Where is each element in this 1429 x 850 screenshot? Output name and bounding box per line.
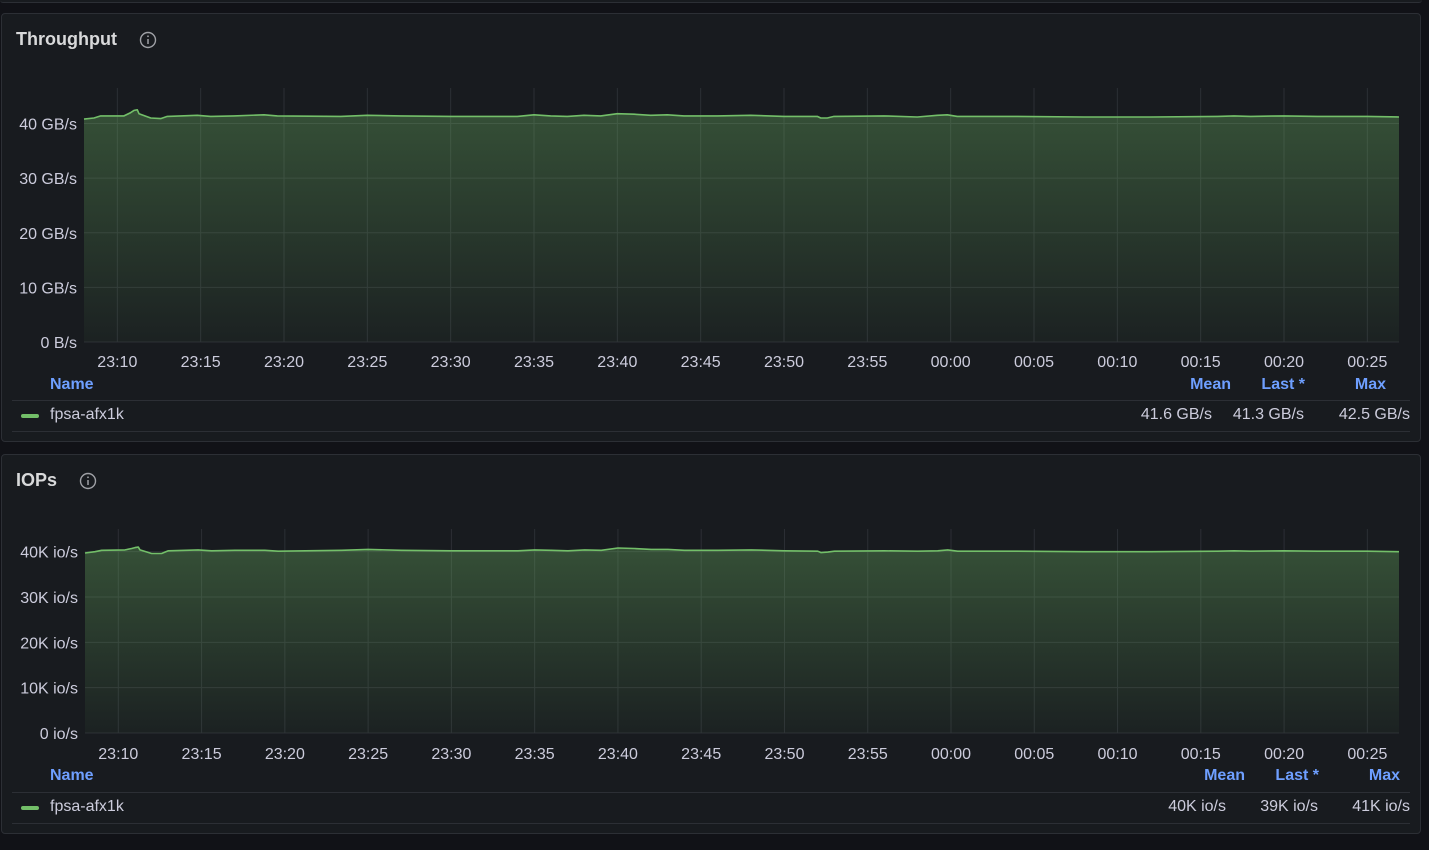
y-tick-label: 30 GB/s (19, 171, 77, 188)
x-tick-label: 23:20 (264, 354, 304, 371)
x-tick-label: 23:40 (598, 746, 638, 763)
legend-mean-value: 41.6 GB/s (1140, 406, 1212, 423)
x-tick-label: 00:15 (1181, 354, 1221, 371)
x-tick-label: 00:05 (1014, 354, 1054, 371)
x-tick-label: 00:00 (931, 354, 971, 371)
y-tick-label: 30K io/s (20, 590, 78, 607)
x-tick-label: 23:45 (681, 354, 721, 371)
series-area-fill (84, 109, 1399, 342)
legend-header-name[interactable]: Name (50, 767, 94, 785)
legend-last-value: 39K io/s (1260, 798, 1318, 815)
legend-header-mean[interactable]: Mean (1190, 376, 1231, 394)
legend-header-last[interactable]: Last * (1261, 376, 1305, 394)
x-tick-label: 00:15 (1181, 746, 1221, 763)
x-tick-label: 23:30 (431, 746, 471, 763)
x-tick-label: 00:25 (1347, 746, 1387, 763)
legend-series-name[interactable]: fpsa-afx1k (50, 406, 124, 424)
y-tick-label: 20 GB/s (19, 226, 77, 243)
y-tick-label: 20K io/s (20, 635, 78, 652)
series-color-swatch (21, 806, 39, 810)
x-tick-label: 23:20 (265, 746, 305, 763)
x-tick-label: 23:25 (347, 354, 387, 371)
x-tick-label: 00:10 (1098, 746, 1138, 763)
throughput-chart[interactable]: 0 B/s 10 GB/s 20 GB/s 30 GB/s 40 GB/s 23:10 23… (2, 14, 1422, 374)
legend-header-max[interactable]: Max (1369, 767, 1400, 785)
y-tick-label: 0 io/s (40, 726, 78, 743)
series-color-swatch (21, 414, 39, 418)
iops-panel: IOPs 0 io/s 10K io/s 20K io/s 30K io/s 40K i… (1, 454, 1421, 834)
legend-header: Name Mean Last * Max (2, 376, 1420, 396)
x-tick-label: 00:00 (931, 746, 971, 763)
x-tick-label: 23:10 (97, 354, 137, 371)
x-tick-label: 23:45 (681, 746, 721, 763)
x-tick-label: 00:05 (1014, 746, 1054, 763)
x-tick-label: 23:50 (764, 746, 804, 763)
x-tick-label: 00:10 (1097, 354, 1137, 371)
x-tick-label: 23:15 (182, 746, 222, 763)
legend-mean-value: 40K io/s (1168, 798, 1226, 815)
y-tick-label: 10 GB/s (19, 280, 77, 297)
legend-series-name[interactable]: fpsa-afx1k (50, 798, 124, 816)
x-tick-label: 23:15 (181, 354, 221, 371)
legend-last-value: 41.3 GB/s (1232, 406, 1304, 423)
x-tick-label: 23:40 (597, 354, 637, 371)
legend-header-name[interactable]: Name (50, 376, 94, 394)
y-tick-label: 10K io/s (20, 681, 78, 698)
series-area-fill (85, 547, 1399, 733)
previous-panel-edge (0, 0, 1422, 3)
legend-max-value: 41K io/s (1352, 798, 1410, 815)
legend-max-value: 42.5 GB/s (1338, 406, 1410, 423)
x-tick-label: 23:35 (515, 746, 555, 763)
y-tick-label: 40 GB/s (19, 117, 77, 134)
x-tick-label: 23:25 (348, 746, 388, 763)
legend-header-last[interactable]: Last * (1275, 767, 1319, 785)
x-tick-label: 00:25 (1347, 354, 1387, 371)
x-tick-label: 00:20 (1264, 746, 1304, 763)
throughput-panel: Throughput 0 B/s 10 GB/s 20 GB/s 30 GB/s 40 … (1, 13, 1421, 442)
x-tick-label: 23:55 (848, 746, 888, 763)
legend-row[interactable]: fpsa-afx1k 40K io/s 39K io/s 41K io/s (12, 792, 1410, 824)
x-tick-label: 23:30 (431, 354, 471, 371)
legend-row[interactable]: fpsa-afx1k 41.6 GB/s 41.3 GB/s 42.5 GB/s (12, 400, 1410, 432)
legend-header: Name Mean Last * Max (2, 767, 1420, 787)
y-tick-label: 0 B/s (41, 335, 77, 352)
legend-header-max[interactable]: Max (1355, 376, 1386, 394)
y-tick-label: 40K io/s (20, 545, 78, 562)
x-tick-label: 23:10 (98, 746, 138, 763)
iops-chart[interactable]: 0 io/s 10K io/s 20K io/s 30K io/s 40K io/s 23… (2, 455, 1422, 765)
x-tick-label: 00:20 (1264, 354, 1304, 371)
legend-header-mean[interactable]: Mean (1204, 767, 1245, 785)
x-tick-label: 23:55 (847, 354, 887, 371)
x-tick-label: 23:35 (514, 354, 554, 371)
x-tick-label: 23:50 (764, 354, 804, 371)
